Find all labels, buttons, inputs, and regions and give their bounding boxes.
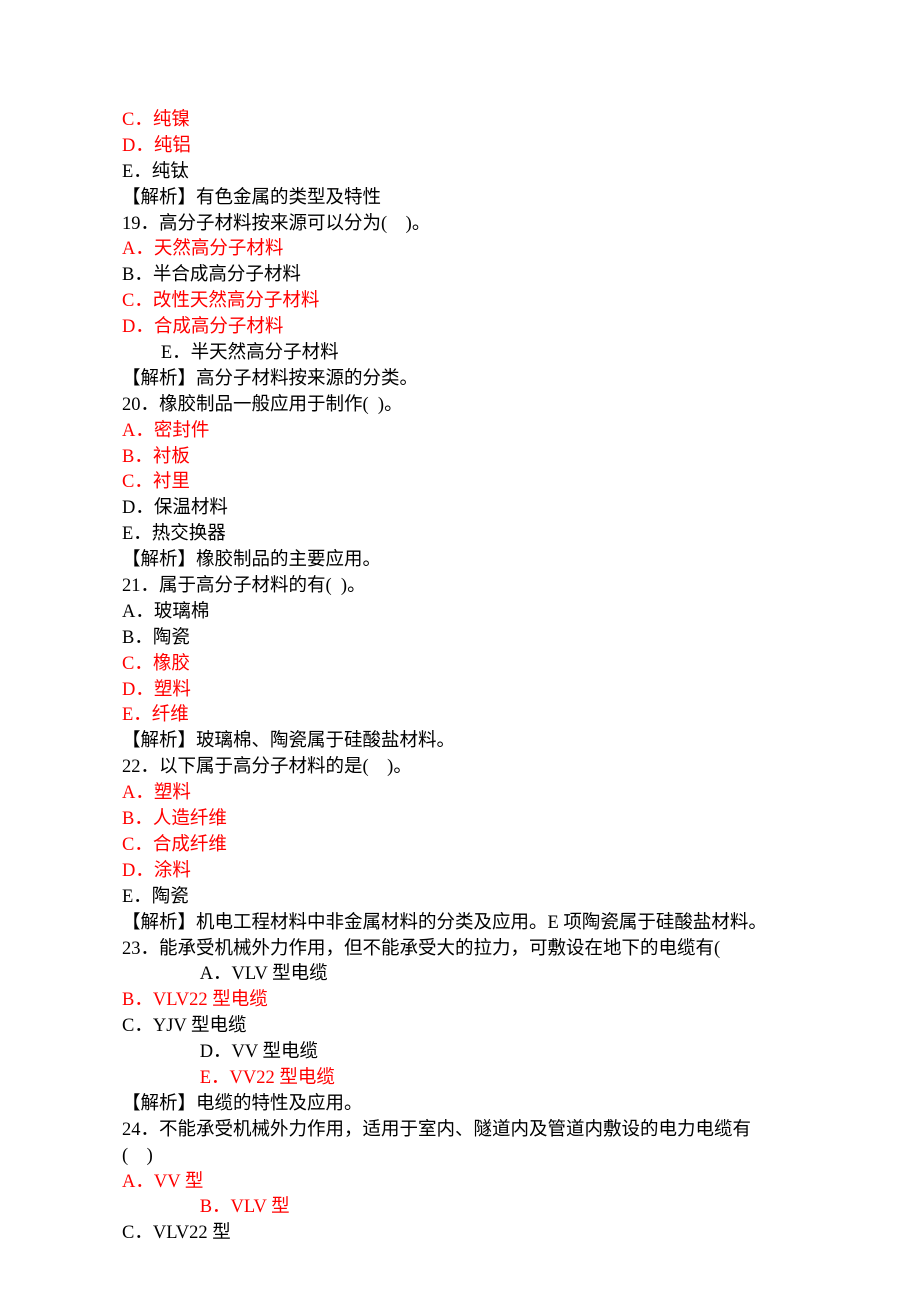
text-line: 24．不能承受机械外力作用，适用于室内、隧道内及管道内敷设的电力电缆有 xyxy=(122,1118,798,1144)
text-line: A．天然高分子材料 xyxy=(122,237,798,263)
document-body: C．纯镍D．纯铝E．纯钛【解析】有色金属的类型及特性19．高分子材料按来源可以分… xyxy=(122,108,798,1247)
text-line: A．VV 型 xyxy=(122,1170,798,1196)
text-line: B．陶瓷 xyxy=(122,626,798,652)
text-line: E．陶瓷 xyxy=(122,885,798,911)
text-line: C．YJV 型电缆 xyxy=(122,1014,798,1040)
text-line: E．VV22 型电缆 xyxy=(122,1066,798,1092)
text-line: C．衬里 xyxy=(122,470,798,496)
text-line: D．保温材料 xyxy=(122,496,798,522)
text-line: 20．橡胶制品一般应用于制作( )。 xyxy=(122,393,798,419)
text-line: C．合成纤维 xyxy=(122,833,798,859)
text-line: D．涂料 xyxy=(122,859,798,885)
text-line: B．衬板 xyxy=(122,445,798,471)
text-line: A．VLV 型电缆 xyxy=(122,962,798,988)
text-line: 19．高分子材料按来源可以分为( )。 xyxy=(122,212,798,238)
text-line: C．改性天然高分子材料 xyxy=(122,289,798,315)
text-line: B．人造纤维 xyxy=(122,807,798,833)
text-line: ( ) xyxy=(122,1144,798,1170)
text-line: C．橡胶 xyxy=(122,652,798,678)
text-line: 【解析】玻璃棉、陶瓷属于硅酸盐材料。 xyxy=(122,729,798,755)
text-line: C．纯镍 xyxy=(122,108,798,134)
text-line: A．玻璃棉 xyxy=(122,600,798,626)
text-line: B．VLV 型 xyxy=(122,1195,798,1221)
text-line: A．塑料 xyxy=(122,781,798,807)
text-line: 【解析】机电工程材料中非金属材料的分类及应用。E 项陶瓷属于硅酸盐材料。 xyxy=(122,911,798,937)
text-line: E．纤维 xyxy=(122,703,798,729)
text-line: E．热交换器 xyxy=(122,522,798,548)
text-line: D．塑料 xyxy=(122,678,798,704)
text-line: C．VLV22 型 xyxy=(122,1221,798,1247)
text-line: A．密封件 xyxy=(122,419,798,445)
text-line: 【解析】橡胶制品的主要应用。 xyxy=(122,548,798,574)
text-line: 21．属于高分子材料的有( )。 xyxy=(122,574,798,600)
text-line: D．合成高分子材料 xyxy=(122,315,798,341)
text-line: D．纯铝 xyxy=(122,134,798,160)
text-line: D．VV 型电缆 xyxy=(122,1040,798,1066)
text-line: E．半天然高分子材料 xyxy=(122,341,798,367)
text-line: B．半合成高分子材料 xyxy=(122,263,798,289)
text-line: B．VLV22 型电缆 xyxy=(122,988,798,1014)
text-line: 【解析】有色金属的类型及特性 xyxy=(122,186,798,212)
text-line: 23．能承受机械外力作用，但不能承受大的拉力，可敷设在地下的电缆有( xyxy=(122,937,798,963)
text-line: 【解析】电缆的特性及应用。 xyxy=(122,1092,798,1118)
document-page: C．纯镍D．纯铝E．纯钛【解析】有色金属的类型及特性19．高分子材料按来源可以分… xyxy=(0,0,920,1247)
text-line: E．纯钛 xyxy=(122,160,798,186)
text-line: 22．以下属于高分子材料的是( )。 xyxy=(122,755,798,781)
text-line: 【解析】高分子材料按来源的分类。 xyxy=(122,367,798,393)
